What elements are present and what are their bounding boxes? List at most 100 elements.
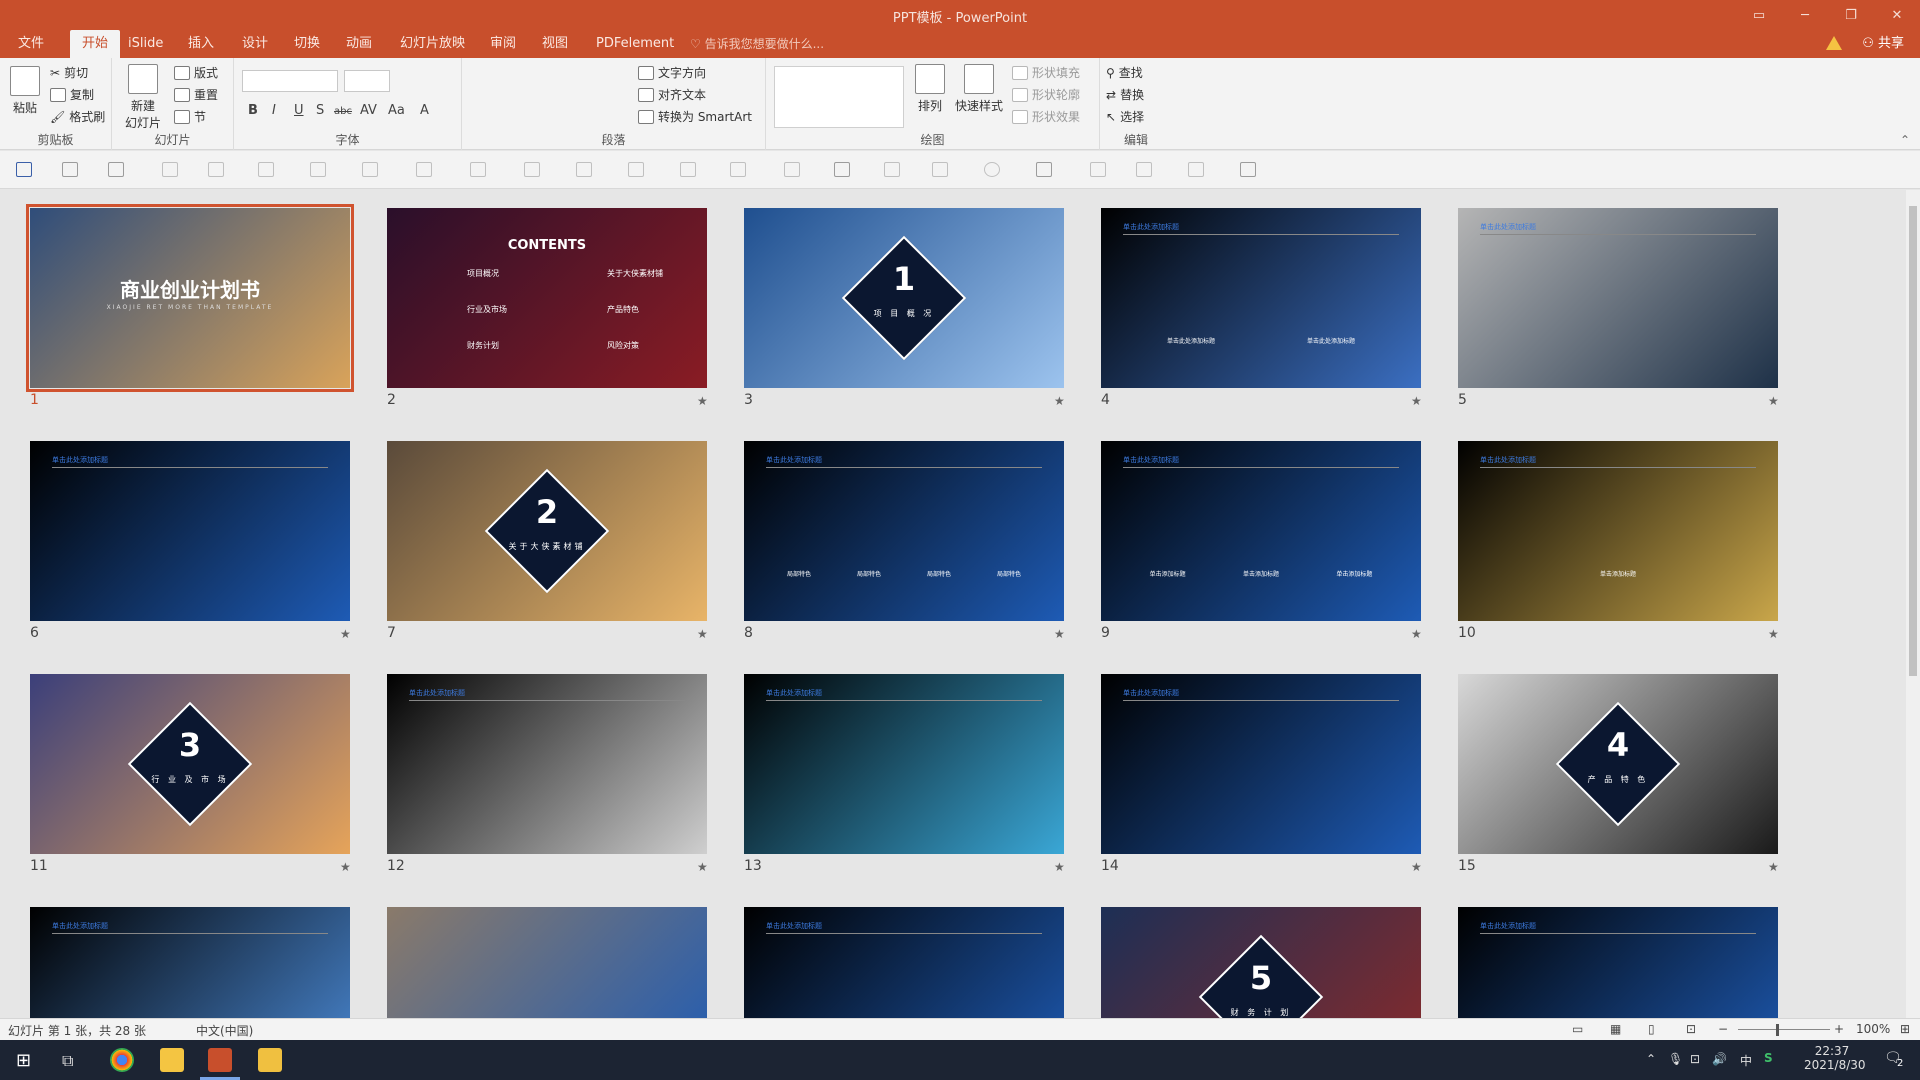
transition-star-icon[interactable]: ★: [697, 394, 708, 408]
arrange-button[interactable]: 排列: [912, 64, 948, 114]
clock[interactable]: 22:37 2021/8/30: [1804, 1044, 1866, 1072]
merge-shapes-icon[interactable]: [730, 162, 746, 177]
group-icon[interactable]: [524, 162, 540, 177]
ungroup-icon[interactable]: [576, 162, 592, 177]
effects-icon[interactable]: [362, 162, 378, 177]
tab-animations[interactable]: 动画: [334, 30, 384, 58]
share-button[interactable]: ⚇ 共享: [1862, 30, 1904, 58]
transition-star-icon[interactable]: ★: [1768, 394, 1779, 408]
font-name-box[interactable]: [242, 70, 338, 92]
collapse-ribbon-icon[interactable]: ⌃: [1900, 133, 1910, 147]
minimize-button[interactable]: ─: [1782, 0, 1828, 30]
transition-star-icon[interactable]: ★: [1411, 627, 1422, 641]
save-icon[interactable]: [16, 162, 32, 177]
transition-star-icon[interactable]: ★: [1054, 860, 1065, 874]
tab-home[interactable]: 开始: [70, 30, 121, 58]
transition-star-icon[interactable]: ★: [1411, 394, 1422, 408]
change-case-button[interactable]: Aa: [388, 103, 405, 118]
transition-star-icon[interactable]: ★: [697, 627, 708, 641]
volume-icon[interactable]: 🔊: [1712, 1052, 1727, 1066]
crop-icon[interactable]: [680, 162, 696, 177]
ime-indicator[interactable]: 中: [1740, 1052, 1752, 1069]
slide-thumbnail[interactable]: 1 项 目 概 况: [744, 208, 1064, 388]
transition-star-icon[interactable]: ★: [1411, 860, 1422, 874]
font-color-button[interactable]: A: [420, 103, 429, 118]
column-icon[interactable]: [1136, 162, 1152, 177]
replace-button[interactable]: ⇄ 替换: [1106, 86, 1144, 103]
slide-thumbnail[interactable]: 单击此处添加标题: [744, 674, 1064, 854]
tab-review[interactable]: 审阅: [478, 30, 528, 58]
bold-icon[interactable]: [1090, 162, 1106, 177]
slide-thumbnail[interactable]: [387, 907, 707, 1018]
layout-icon[interactable]: [1240, 162, 1256, 177]
hash-icon[interactable]: [834, 162, 850, 177]
circle-icon[interactable]: [984, 162, 1000, 177]
format-painter-button[interactable]: 🖌 格式刷: [50, 108, 105, 125]
app-icon[interactable]: [160, 1048, 184, 1072]
table-icon[interactable]: [108, 162, 124, 177]
shape-icon[interactable]: [208, 162, 224, 177]
quick-styles-button[interactable]: 快速样式: [954, 64, 1004, 114]
ribbon-display-options-button[interactable]: ▭: [1736, 0, 1782, 30]
windows-start-icon[interactable]: ⊞: [16, 1050, 31, 1071]
select-button[interactable]: ↖ 选择: [1106, 108, 1144, 125]
tab-islide[interactable]: iSlide: [116, 30, 175, 58]
section-button[interactable]: 节: [174, 108, 206, 125]
theme-colors-icon[interactable]: [62, 162, 78, 177]
char-spacing-button[interactable]: AV: [360, 103, 377, 118]
new-slide-button[interactable]: 新建 幻灯片: [120, 64, 166, 131]
shape-outline-button[interactable]: 形状轮廓: [1012, 86, 1080, 103]
slide-thumbnail[interactable]: 单击此处添加标题 单击此处添加标题 单击此处添加标题: [1101, 208, 1421, 388]
text-icon[interactable]: [884, 162, 900, 177]
language-indicator[interactable]: 中文(中国): [196, 1022, 253, 1039]
microphone-icon[interactable]: 🎙: [1668, 1052, 1683, 1066]
shape-effects-button[interactable]: 形状效果: [1012, 108, 1080, 125]
slide-thumbnail[interactable]: 5 财 务 计 划: [1101, 907, 1421, 1018]
transition-star-icon[interactable]: ★: [340, 627, 351, 641]
copy-button[interactable]: 复制: [50, 86, 94, 103]
slide-thumbnail[interactable]: 单击此处添加标题: [1101, 674, 1421, 854]
slide-thumbnail[interactable]: 4 产 品 特 色: [1458, 674, 1778, 854]
scroll-thumb[interactable]: [1909, 206, 1917, 676]
reading-view-icon[interactable]: ▯: [1648, 1022, 1655, 1036]
align-text-button[interactable]: 对齐文本: [638, 86, 706, 103]
text-direction-button[interactable]: 文字方向: [638, 64, 706, 81]
convert-smartart-button[interactable]: 转换为 SmartArt: [638, 108, 752, 125]
slide-thumbnail[interactable]: 商业创业计划书 XIAOJIE RET MORE THAN TEMPLATE: [26, 204, 354, 392]
tell-me-search[interactable]: ♡ 告诉我您想要做什么...: [690, 30, 824, 58]
strikethrough-button[interactable]: abc: [334, 106, 352, 117]
tab-design[interactable]: 设计: [230, 30, 280, 58]
slide-thumbnail[interactable]: 单击此处添加标题 单击添加标题 单击添加标题 单击添加标题: [1101, 441, 1421, 621]
slide-thumbnail[interactable]: CONTENTS 项目概况 关于大侠素材铺 行业及市场 产品特色 财务计划 风险对策: [387, 208, 707, 388]
vertical-scrollbar[interactable]: [1906, 190, 1920, 1018]
slide-thumbnail[interactable]: 单击此处添加标题 单击添加标题: [1458, 441, 1778, 621]
close-button[interactable]: ✕: [1874, 0, 1920, 30]
picture-icon[interactable]: [162, 162, 178, 177]
normal-view-icon[interactable]: ▭: [1572, 1022, 1583, 1036]
zoom-slider[interactable]: [1738, 1029, 1830, 1030]
transition-star-icon[interactable]: ★: [1768, 860, 1779, 874]
sorter-view-icon[interactable]: ▦: [1610, 1022, 1621, 1036]
find-button[interactable]: ⚲ 查找: [1106, 64, 1143, 81]
transition-star-icon[interactable]: ★: [1054, 627, 1065, 641]
align-icon[interactable]: [416, 162, 432, 177]
shapes-gallery[interactable]: [774, 66, 904, 128]
paste-button[interactable]: 粘贴: [8, 66, 42, 116]
zoom-slider-thumb[interactable]: [1776, 1024, 1779, 1036]
zoom-out-icon[interactable]: −: [1718, 1022, 1728, 1036]
cut-button[interactable]: ✂ 剪切: [50, 64, 88, 81]
resize-icon[interactable]: [784, 162, 800, 177]
transition-star-icon[interactable]: ★: [340, 860, 351, 874]
chrome-icon[interactable]: [110, 1048, 134, 1072]
slide-thumbnail[interactable]: 单击此处添加标题: [744, 907, 1064, 1018]
screen-icon[interactable]: [1036, 162, 1052, 177]
lines-icon[interactable]: [1188, 162, 1204, 177]
distribute-icon[interactable]: [470, 162, 486, 177]
tab-transitions[interactable]: 切换: [282, 30, 332, 58]
task-view-icon[interactable]: ⧉: [62, 1051, 73, 1071]
outline-icon[interactable]: [310, 162, 326, 177]
slide-thumbnail[interactable]: 单击此处添加标题: [1458, 907, 1778, 1018]
transition-star-icon[interactable]: ★: [697, 860, 708, 874]
restore-button[interactable]: ❐: [1828, 0, 1874, 30]
tab-slideshow[interactable]: 幻灯片放映: [388, 30, 477, 58]
